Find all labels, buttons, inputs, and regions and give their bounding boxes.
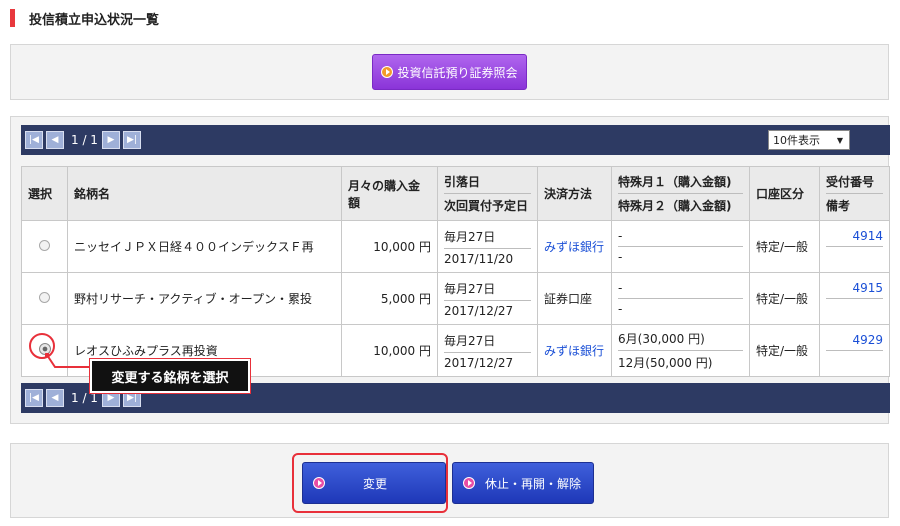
prev-page-icon[interactable]: ◀ <box>46 389 64 407</box>
monthly-amount: 10,000 円 <box>341 220 438 273</box>
per-page-value: 10件表示 <box>773 134 820 147</box>
next-purchase-date: 2017/11/20 <box>444 251 514 266</box>
table-row[interactable]: ニッセイＪＰＸ日経４００インデックスＦ再 10,000 円 毎月27日 2017/… <box>21 220 890 273</box>
header-receipt: 受付番号 備考 <box>819 166 890 221</box>
next-page-icon[interactable]: ▶ <box>101 131 120 149</box>
prev-page-icon[interactable]: ◀ <box>46 131 64 149</box>
special-month-cell: -- <box>611 220 750 273</box>
play-circle-icon <box>463 477 475 489</box>
first-page-icon[interactable]: |◀ <box>25 131 43 149</box>
action-panel: 変更 休止・再開・解除 <box>10 443 889 518</box>
page-title: 投信積立申込状況一覧 <box>29 12 160 28</box>
special-month-2: - <box>618 302 623 316</box>
date-cell: 毎月27日 2017/12/27 <box>437 324 538 377</box>
change-button[interactable]: 変更 <box>302 462 446 504</box>
account-type: 特定/一般 <box>749 272 820 325</box>
receipt-cell[interactable]: 4915 <box>819 272 890 325</box>
special-month-1: - <box>618 278 743 299</box>
header-special: 特殊月１（購入金額) 特殊月２（購入金額) <box>611 166 750 221</box>
special-month-2: - <box>618 250 623 264</box>
account-type: 特定/一般 <box>749 324 820 377</box>
monthly-amount: 5,000 円 <box>341 272 438 325</box>
date-cell: 毎月27日 2017/11/20 <box>437 220 538 273</box>
row-select-cell <box>21 272 68 325</box>
header-account: 口座区分 <box>749 166 820 221</box>
special-month-cell: 6月(30,000 円) 12月(50,000 円) <box>611 324 750 377</box>
page-indicator: 1 / 1 <box>71 133 98 147</box>
receipt-number: 4929 <box>826 330 883 351</box>
header-payment: 決済方法 <box>537 166 612 221</box>
pagination-bar-top: |◀ ◀ 1 / 1 ▶ ▶| 10件表示 ▼ <box>21 125 890 155</box>
title-accent-bar <box>10 9 15 27</box>
receipt-number: 4914 <box>826 226 883 247</box>
debit-day: 毎月27日 <box>444 277 531 301</box>
suspend-button-label: 休止・再開・解除 <box>485 476 582 491</box>
inquiry-button-label: 投資信託預り証券照会 <box>397 65 518 80</box>
header-monthly: 月々の購入金額 <box>341 166 438 221</box>
next-purchase-date: 2017/12/27 <box>444 303 514 318</box>
receipt-cell[interactable]: 4929 <box>819 324 890 377</box>
fund-certificate-inquiry-button[interactable]: 投資信託預り証券照会 <box>372 54 527 90</box>
monthly-amount: 10,000 円 <box>341 324 438 377</box>
special-month-1: - <box>618 226 743 247</box>
dropdown-arrow-icon: ▼ <box>836 135 843 145</box>
select-radio[interactable] <box>39 239 50 251</box>
callout-connector <box>45 353 91 368</box>
table-row[interactable]: 野村リサーチ・アクティブ・オープン・累投 5,000 円 毎月27日 2017/1… <box>21 272 890 325</box>
special-month-2: 12月(50,000 円) <box>618 356 713 370</box>
fund-name: 野村リサーチ・アクティブ・オープン・累投 <box>67 272 342 325</box>
last-page-icon[interactable]: ▶| <box>122 131 141 149</box>
payment-method: 証券口座 <box>537 272 612 325</box>
row-select-cell <box>21 220 68 273</box>
debit-day: 毎月27日 <box>444 225 531 249</box>
special-month-1: 6月(30,000 円) <box>618 327 743 351</box>
section-title: 投信積立申込状況一覧 <box>10 9 160 28</box>
receipt-cell[interactable]: 4914 <box>819 220 890 273</box>
debit-day: 毎月27日 <box>444 329 531 353</box>
header-name: 銘柄名 <box>67 166 342 221</box>
account-type: 特定/一般 <box>749 220 820 273</box>
payment-method[interactable]: みずほ銀行 <box>537 324 612 377</box>
next-purchase-date: 2017/12/27 <box>444 355 514 370</box>
per-page-select[interactable]: 10件表示 ▼ <box>768 130 850 150</box>
play-circle-icon <box>381 66 394 78</box>
inquiry-panel: 投資信託預り証券照会 <box>10 44 889 100</box>
date-cell: 毎月27日 2017/12/27 <box>437 272 538 325</box>
receipt-number: 4915 <box>826 278 883 299</box>
header-dates: 引落日 次回買付予定日 <box>437 166 538 221</box>
change-button-label: 変更 <box>362 476 387 491</box>
instruction-callout: 変更する銘柄を選択 <box>89 358 251 394</box>
first-page-icon[interactable]: |◀ <box>25 389 43 407</box>
table-header-row: 選択 銘柄名 月々の購入金額 引落日 次回買付予定日 決済方法 特殊月１（購入金額… <box>21 166 890 221</box>
payment-method[interactable]: みずほ銀行 <box>537 220 612 273</box>
header-select: 選択 <box>21 166 68 221</box>
page-indicator: 1 / 1 <box>71 391 98 405</box>
suspend-resume-cancel-button[interactable]: 休止・再開・解除 <box>452 462 594 504</box>
special-month-cell: -- <box>611 272 750 325</box>
fund-name: ニッセイＪＰＸ日経４００インデックスＦ再 <box>67 220 342 273</box>
select-radio[interactable] <box>39 291 50 303</box>
application-table: 選択 銘柄名 月々の購入金額 引落日 次回買付予定日 決済方法 特殊月１（購入金額… <box>21 166 890 377</box>
play-circle-icon <box>313 477 325 489</box>
